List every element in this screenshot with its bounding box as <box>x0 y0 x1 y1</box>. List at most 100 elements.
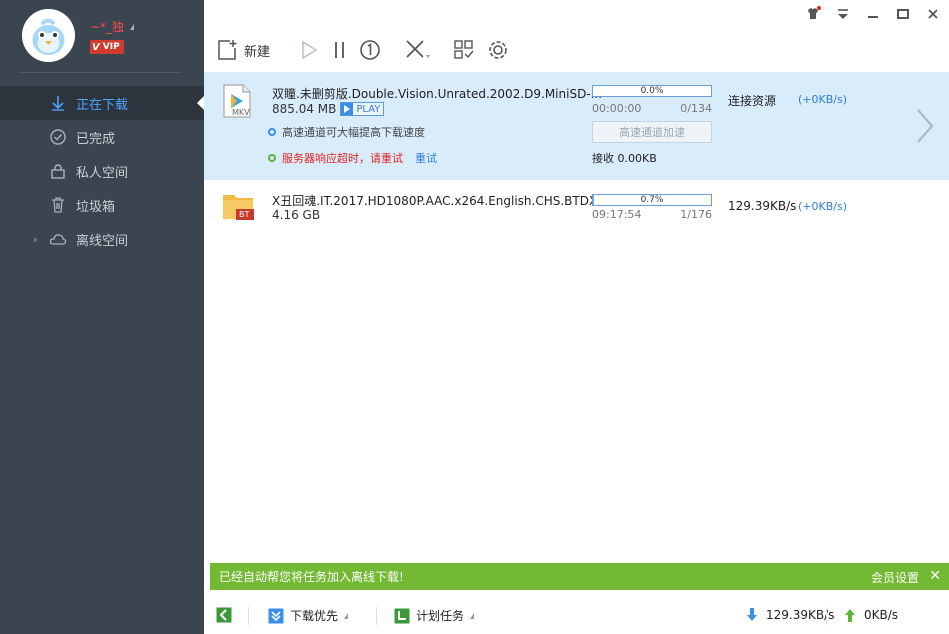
sidebar-item-label: 正在下载 <box>76 97 129 113</box>
notification-message: 已经自动帮您将任务加入离线下载! <box>219 570 404 584</box>
new-task-label: 新建 <box>244 44 271 60</box>
sidebar-item-label: 离线空间 <box>76 233 129 249</box>
mkv-file-icon: MKV <box>222 84 252 118</box>
scheduled-task-label: 计划任务 <box>416 609 465 623</box>
task-speed: 129.39KB/s <box>728 199 797 213</box>
download-speed: 129.39KB/s <box>766 608 835 622</box>
collapse-left-icon <box>216 607 232 623</box>
progress-label: 0.0% <box>640 86 664 96</box>
sidebar-divider <box>18 72 182 73</box>
error-hint: 服务器响应超时，请重试 重试 <box>268 150 437 166</box>
upload-speed-indicator: 0KB/s <box>842 607 898 623</box>
download-priority-label: 下载优先 <box>290 609 339 623</box>
close-notification-icon[interactable]: ✕ <box>929 568 941 584</box>
settings-button[interactable] <box>486 36 510 64</box>
pause-button[interactable] <box>330 36 350 64</box>
delete-button[interactable] <box>404 36 434 64</box>
received-amount: 接收 0.00KB <box>592 152 657 165</box>
start-button[interactable] <box>298 36 320 64</box>
sidebar-item-private-space[interactable]: 私人空间 <box>0 154 204 188</box>
play-label: PLAY <box>356 103 381 115</box>
statusbar-divider <box>248 607 249 625</box>
sidebar-item-completed[interactable]: 已完成 <box>0 120 204 154</box>
file-type-label: BT <box>239 210 250 219</box>
statusbar-divider <box>826 607 827 625</box>
skin-icon[interactable] <box>805 6 821 22</box>
task-extra-speed: (+0KB/s) <box>798 93 847 106</box>
statusbar-divider <box>376 607 377 625</box>
vip-label: VIP <box>102 42 120 52</box>
chevron-right-icon[interactable] <box>915 108 935 144</box>
pause-icon <box>335 42 344 58</box>
task-filesize-row: 885.04 MB PLAY <box>272 102 385 116</box>
schedule-dropdown-icon <box>470 612 475 619</box>
task-filename: 双瞳.未删剪版.Double.Vision.Unrated.2002.D9.Mi… <box>272 87 603 101</box>
new-task-button[interactable]: 新建 <box>216 36 270 64</box>
menu-icon[interactable] <box>835 6 851 22</box>
error-dot-icon <box>268 154 276 162</box>
expand-chevron-icon[interactable]: › <box>33 233 37 246</box>
file-type-label: MKV <box>232 108 250 117</box>
download-priority-button[interactable]: 下载优先 <box>268 607 349 624</box>
maximize-icon[interactable] <box>895 6 911 22</box>
close-window-icon[interactable] <box>925 6 941 22</box>
download-arrow-icon <box>48 93 68 113</box>
status-bar: 下载优先 计划任务 129.39KB/s 0KB/s <box>204 598 949 634</box>
avatar[interactable] <box>22 9 75 62</box>
progress-bar: 0.7% <box>592 194 712 206</box>
speed-limit-button[interactable] <box>358 36 382 64</box>
minimize-icon[interactable] <box>865 6 881 22</box>
progress-label: 0.7% <box>640 195 664 205</box>
task-status: 连接资源 <box>728 94 777 108</box>
sidebar-item-trash[interactable]: 垃圾箱 <box>0 188 204 222</box>
cloud-icon <box>48 229 68 249</box>
task-filename: X丑回魂.IT.2017.HD1080P.AAC.x264.English.CH… <box>272 194 605 208</box>
sidebar-item-offline-space[interactable]: › 离线空间 <box>0 222 204 256</box>
speed-hint: 高速通道可大幅提高下载速度 <box>268 124 425 140</box>
main-panel: 新建 MKV 双瞳.未删剪版.Double.Vision.Unrated.200… <box>204 0 949 634</box>
username[interactable]: ~*_独 <box>90 18 135 35</box>
upload-speed: 0KB/s <box>864 608 899 622</box>
download-speed-indicator: 129.39KB/s <box>744 607 834 623</box>
priority-dropdown-icon <box>344 612 349 619</box>
schedule-icon <box>394 608 410 624</box>
username-dropdown-icon[interactable] <box>130 23 135 30</box>
sidebar-item-label: 私人空间 <box>76 165 129 181</box>
toolbar: 新建 <box>204 30 949 70</box>
task-row[interactable]: BT X丑回魂.IT.2017.HD1080P.AAC.x264.English… <box>204 180 949 234</box>
task-filesize-row: 4.16 GB <box>272 208 320 222</box>
task-row[interactable]: MKV 双瞳.未删剪版.Double.Vision.Unrated.2002.D… <box>204 72 949 180</box>
notification-bar: 已经自动帮您将任务加入离线下载! 会员设置 ✕ <box>210 563 949 590</box>
speed-hint-text: 高速通道可大幅提高下载速度 <box>282 126 425 139</box>
hint-dot-icon <box>268 128 276 136</box>
sidebar-item-label: 垃圾箱 <box>76 199 116 215</box>
vip-badge[interactable]: V VIP <box>90 40 124 54</box>
sidebar-item-label: 已完成 <box>76 131 116 147</box>
arrow-up-icon <box>842 607 858 623</box>
accelerate-button[interactable]: 高速通道加速 <box>592 121 712 143</box>
scheduled-task-button[interactable]: 计划任务 <box>394 607 475 624</box>
new-task-icon <box>218 40 237 60</box>
member-settings-link[interactable]: 会员设置 <box>871 569 919 586</box>
batch-select-button[interactable] <box>452 36 476 64</box>
play-preview-button[interactable]: PLAY <box>340 102 385 116</box>
retry-link[interactable]: 重试 <box>415 150 437 166</box>
window-controls <box>805 6 941 22</box>
username-text: ~*_独 <box>90 20 125 34</box>
lock-icon <box>48 161 68 181</box>
progress-fill <box>593 195 594 205</box>
vip-letter: V <box>92 41 100 53</box>
gear-icon <box>489 41 507 59</box>
task-extra-speed: (+0KB/s) <box>798 200 847 213</box>
sidebar-nav: 正在下载 已完成 私人空间 垃圾箱 › 离线空间 <box>0 86 204 256</box>
collapse-sidebar-button[interactable] <box>216 607 232 623</box>
task-file-count: 1/176 <box>680 208 712 221</box>
sidebar: ~*_独 V VIP 正在下载 已完成 私人空间 垃圾箱 › 离线空间 <box>0 0 204 634</box>
play-icon <box>302 40 318 60</box>
timer-icon <box>360 40 380 60</box>
play-triangle-icon <box>341 103 354 115</box>
arrow-down-icon <box>744 607 760 623</box>
delete-x-icon <box>406 40 430 58</box>
grid-check-icon <box>454 40 474 59</box>
sidebar-item-downloading[interactable]: 正在下载 <box>0 86 204 120</box>
